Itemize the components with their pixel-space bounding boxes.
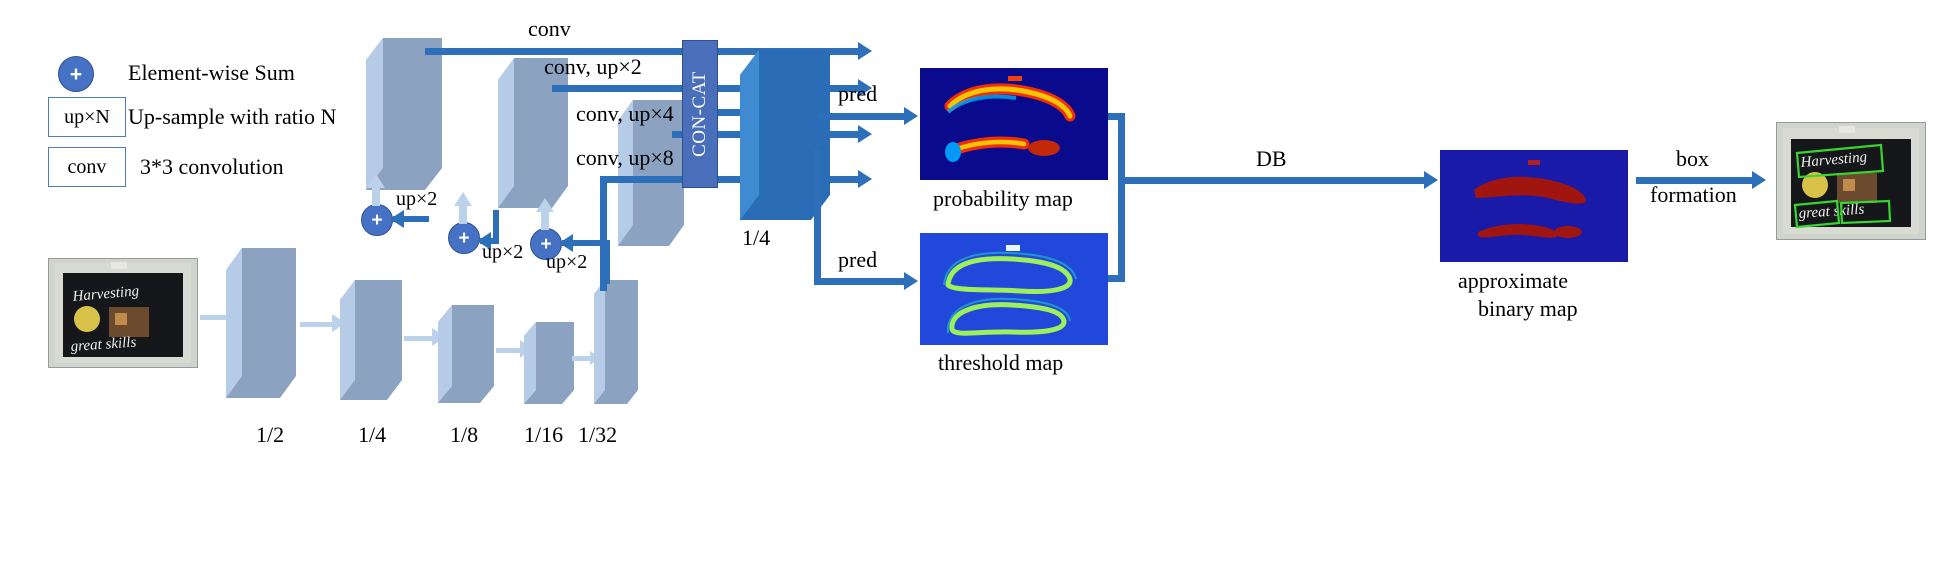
arrow-fused-to-threshold — [814, 278, 908, 285]
db-merge-riser-bottom — [1118, 177, 1125, 282]
fused-branch-riser — [814, 150, 821, 285]
legend: + Element-wise Sum up×N Up-sample with r… — [0, 0, 420, 200]
diagram-canvas: + Element-wise Sum up×N Up-sample with r… — [0, 0, 1944, 580]
lateral-arrow-conv-head — [858, 42, 872, 60]
feature-map-1-4 — [340, 280, 402, 400]
scale-label-1-4-backbone: 1/4 — [358, 422, 387, 447]
threshold-map-label: threshold map — [938, 350, 1064, 375]
sum-node-3-up-head — [536, 198, 554, 212]
input-image-graphic: Harvesting great skills — [49, 259, 197, 367]
upsample-box-label: up×N — [64, 105, 110, 128]
fpn-feature-map-level1-graphic — [366, 38, 442, 190]
lateral-label-conv-up8: conv, up×8 — [576, 145, 674, 170]
arrow-1-16-to-1-32 — [572, 356, 592, 361]
scale-label-1-16: 1/16 — [524, 422, 564, 447]
scale-label-1-32: 1/32 — [578, 422, 618, 447]
approximate-binary-map-graphic — [1440, 150, 1628, 262]
arrow-1-4-to-1-8 — [404, 336, 434, 341]
fpn-feature-map-level2-graphic — [498, 58, 568, 208]
threshold-map-image — [920, 233, 1108, 345]
upsample-label-1: up×2 — [396, 188, 438, 210]
feature-map-1-8 — [438, 305, 494, 403]
pred-label-probability: pred — [838, 81, 878, 106]
sum-node-1: + — [361, 204, 393, 236]
arrow-concat-to-fused — [718, 109, 742, 116]
arrow-db — [1118, 177, 1428, 184]
arrow-box-formation-head — [1752, 171, 1766, 189]
lateral-label-conv: conv — [528, 16, 571, 41]
concat-block: CON-CAT — [682, 40, 718, 188]
arrow-fused-to-probability-head — [904, 107, 918, 125]
approximate-binary-map-label-line1: approximate — [1458, 268, 1568, 293]
threshold-map-graphic — [920, 233, 1108, 345]
feature-map-1-16 — [524, 322, 574, 404]
plus-circle-icon: + — [58, 56, 94, 92]
scale-label-1-8: 1/8 — [450, 422, 479, 447]
sum-node-2: + — [448, 222, 480, 254]
sum-node-2-glyph: + — [458, 227, 470, 249]
probability-map-image — [920, 68, 1108, 180]
output-image-graphic: Harvesting great skills — [1777, 123, 1925, 239]
plus-glyph: + — [69, 62, 83, 86]
lateral-arrow-conv-up8-head — [858, 170, 872, 188]
box-formation-label-line1: box — [1676, 146, 1709, 171]
upsample-label-3: up×2 — [546, 251, 588, 273]
fpn-feature-map-level1 — [366, 38, 442, 190]
feature-map-1-4-graphic — [340, 280, 402, 400]
sum-node-1-glyph: + — [371, 209, 383, 231]
feature-map-1-32-graphic — [594, 280, 638, 404]
sum-node-3-in-head — [559, 234, 573, 252]
probability-map-label: probability map — [933, 186, 1073, 211]
feature-map-1-8-graphic — [438, 305, 494, 403]
db-merge-line-bottom — [1108, 275, 1125, 282]
upsample-label-2: up×2 — [482, 241, 524, 263]
lateral-label-conv-up2: conv, up×2 — [544, 54, 642, 79]
fpn-feature-map-level2 — [498, 58, 568, 208]
probability-map-graphic — [920, 68, 1108, 180]
feature-map-1-2-graphic — [226, 248, 296, 398]
input-image: Harvesting great skills — [48, 258, 198, 368]
sum-node-3-riser — [604, 240, 610, 284]
sum-node-2-up-head — [454, 192, 472, 206]
feature-map-1-32 — [594, 280, 638, 404]
arrow-1-2-to-1-4 — [300, 322, 334, 327]
arrow-db-head — [1424, 171, 1438, 189]
db-label: DB — [1256, 146, 1287, 171]
feature-map-1-2 — [226, 248, 296, 398]
approximate-binary-map-label-line2: binary map — [1478, 296, 1578, 321]
arrow-fused-to-threshold-head — [904, 272, 918, 290]
conv-box-label: conv — [67, 155, 107, 178]
output-image: Harvesting great skills — [1776, 122, 1926, 240]
feature-map-1-16-graphic — [524, 322, 574, 404]
concat-label: CON-CAT — [689, 71, 710, 157]
lateral-label-conv-up4: conv, up×4 — [576, 101, 674, 126]
arrow-1-8-to-1-16 — [496, 348, 522, 353]
pred-label-threshold: pred — [838, 247, 878, 272]
sum-node-1-in-head — [390, 210, 404, 228]
approximate-binary-map-image — [1440, 150, 1628, 262]
legend-label-conv: 3*3 convolution — [140, 154, 284, 179]
db-merge-riser-top — [1118, 113, 1125, 177]
fused-scale-label: 1/4 — [742, 225, 771, 250]
legend-label-sum: Element-wise Sum — [128, 60, 295, 85]
box-formation-label-line2: formation — [1650, 182, 1737, 207]
arrow-fused-to-probability — [818, 113, 908, 120]
sum-node-1-up-head — [367, 174, 385, 188]
upsample-box-icon: up×N — [48, 97, 126, 137]
legend-label-upsample: Up-sample with ratio N — [128, 104, 337, 129]
conv-box-icon: conv — [48, 147, 126, 187]
lateral-arrow-conv-up4-head — [858, 125, 872, 143]
db-merge-line-top — [1108, 113, 1125, 120]
scale-label-1-2: 1/2 — [256, 422, 285, 447]
